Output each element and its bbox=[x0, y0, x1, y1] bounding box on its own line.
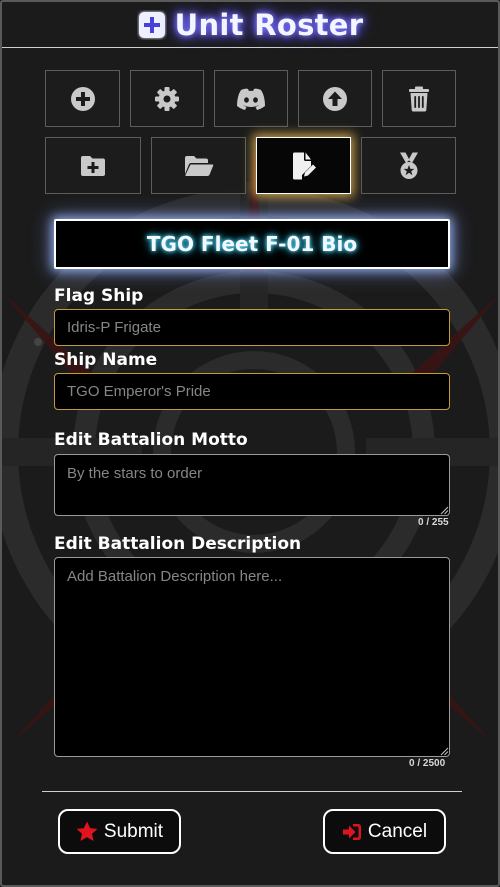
arrow-up-circle-icon bbox=[323, 86, 347, 111]
cancel-label: Cancel bbox=[367, 820, 428, 842]
discord-button[interactable] bbox=[214, 70, 288, 127]
flag-ship-label: Flag Ship bbox=[54, 286, 144, 306]
toolbar-row-2 bbox=[45, 137, 456, 194]
app-header: Unit Roster bbox=[2, 2, 498, 48]
folder-plus-icon bbox=[81, 155, 105, 176]
submit-label: Submit bbox=[103, 820, 164, 842]
divider bbox=[42, 791, 462, 792]
medal-icon bbox=[399, 152, 418, 179]
resize-grip-icon[interactable] bbox=[440, 747, 449, 756]
discord-icon bbox=[237, 88, 265, 110]
flag-ship-input[interactable] bbox=[54, 309, 450, 346]
file-plus-icon bbox=[138, 11, 165, 38]
cancel-button[interactable]: Cancel bbox=[323, 809, 446, 854]
settings-button[interactable] bbox=[130, 70, 204, 127]
medal-button[interactable] bbox=[361, 137, 456, 194]
bio-title-banner: TGO Fleet F-01 Bio bbox=[54, 219, 450, 269]
upload-button[interactable] bbox=[298, 70, 372, 127]
description-textarea[interactable] bbox=[54, 557, 450, 757]
app-window: Unit Roster TGO Fleet F-01 Bio Flag Ship… bbox=[0, 0, 500, 887]
gear-icon bbox=[155, 86, 179, 111]
delete-button[interactable] bbox=[382, 70, 456, 127]
trash-icon bbox=[409, 86, 429, 111]
motto-label: Edit Battalion Motto bbox=[54, 430, 248, 450]
folder-open-icon bbox=[184, 155, 213, 176]
file-pen-icon bbox=[292, 152, 316, 179]
motto-textarea[interactable] bbox=[54, 454, 450, 516]
description-label: Edit Battalion Description bbox=[54, 534, 302, 554]
submit-button[interactable]: Submit bbox=[58, 809, 181, 854]
ship-name-input[interactable] bbox=[54, 373, 450, 410]
new-folder-button[interactable] bbox=[45, 137, 141, 194]
plus-circle-icon bbox=[70, 86, 95, 111]
ship-name-label: Ship Name bbox=[54, 350, 158, 370]
edit-bio-button[interactable] bbox=[256, 137, 351, 194]
open-folder-button[interactable] bbox=[151, 137, 246, 194]
add-unit-button[interactable] bbox=[45, 70, 120, 127]
app-title: Unit Roster bbox=[174, 7, 364, 42]
description-counter: 0 / 2500 bbox=[409, 758, 446, 769]
star-icon bbox=[76, 821, 98, 841]
motto-counter: 0 / 255 bbox=[418, 517, 449, 528]
sign-in-icon bbox=[342, 823, 361, 840]
resize-grip-icon[interactable] bbox=[440, 506, 449, 515]
toolbar-row-1 bbox=[45, 70, 456, 127]
bio-title: TGO Fleet F-01 Bio bbox=[146, 232, 358, 256]
